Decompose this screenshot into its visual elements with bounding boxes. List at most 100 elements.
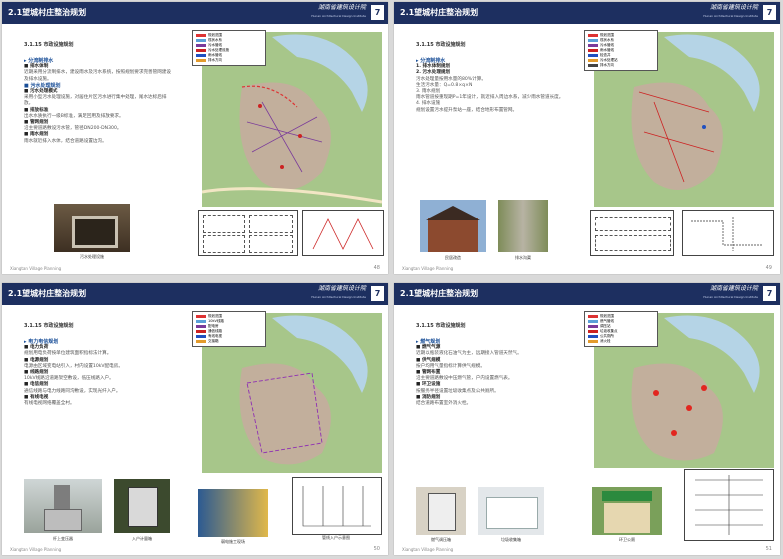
photo-caption: 污水处理设施 (80, 254, 104, 259)
legend-item: 排水方向 (588, 63, 654, 68)
legend-label: 有线电视 (208, 334, 222, 338)
legend-label: 排水方向 (208, 58, 222, 62)
legend-symbol (196, 329, 206, 333)
footer-page-number: 51 (765, 546, 772, 552)
map-legend: 规划范围 现状水系 污水管线 污水处理设施 雨水管线 排水方向 (192, 30, 266, 66)
footer-page-number: 48 (373, 265, 380, 271)
legend-symbol (588, 319, 598, 323)
footer-page-number: 49 (765, 265, 772, 271)
legend-label: 现状水系 (600, 38, 614, 42)
legend-label: 规划范围 (208, 314, 222, 318)
header-title: 2.1望城村庄整治规划 (8, 8, 87, 17)
header-title: 2.1望城村庄整治规划 (8, 289, 87, 298)
photo-caption: 弱电施工现场 (221, 539, 245, 544)
legend-symbol (588, 329, 598, 333)
section-title: 3.1.15 市政设施规划 (24, 323, 74, 329)
legend-symbol (196, 339, 206, 343)
legend-label: 垃圾收集点 (600, 329, 618, 333)
legend-label: 配电房 (208, 324, 219, 328)
legend-symbol (588, 324, 598, 328)
photo-caption: 垃圾收集箱 (501, 537, 521, 542)
page-2: 2.1望城村庄整治规划 湖南省建筑设计院 Hunan Architectural … (394, 2, 780, 274)
legend-item: 消火栓 (588, 339, 654, 344)
detail-diagram-2 (682, 210, 774, 256)
detail-diagram (684, 469, 774, 541)
map-legend: 规划范围 现状水系 污水管线 雨水管线 检查井 污水处理站 排水方向 (584, 30, 658, 71)
body-text: ▸ 燃气规划 ■ 燃气气源 近期以瓶装液化石油气为主，远期接入管道天然气。 ■ 供气规… (416, 339, 566, 407)
legend-label: 规划范围 (600, 33, 614, 37)
body-line: 结合道路布置室外消火栓。 (416, 401, 472, 407)
chapter-number: 7 (371, 286, 384, 301)
logo: 湖南省建筑设计院 Hunan Architectural Design Insti… (703, 285, 758, 299)
map-legend: 规划范围 10kV线路 配电房 通信线路 有线电视 交接箱 (192, 311, 266, 347)
body-line: 近期采用分流制排水，建设雨水及污水系统，按照规划要求完善管网建设及排水设施。 (24, 70, 172, 82)
page-4: 2.1望城村庄整治规划 湖南省建筑设计院 Hunan Architectural … (394, 283, 780, 555)
photo-caption: 环卫公厕 (619, 537, 635, 542)
waste-box-photo (478, 487, 544, 535)
legend-label: 消火栓 (600, 339, 611, 343)
footer-text: Xiangtan Village Planning (402, 547, 454, 552)
legend-label: 燃气管线 (600, 319, 614, 323)
legend-label: 规划范围 (208, 33, 222, 37)
legend-symbol (196, 53, 206, 57)
body-line: 规划设置污水提升泵站一座，结合地形布置管网。 (416, 107, 518, 113)
legend-symbol (588, 53, 598, 57)
detail-diagram (590, 210, 674, 256)
legend-item: 交接箱 (196, 339, 262, 344)
header-title: 2.1望城村庄整治规划 (400, 289, 479, 298)
legend-symbol (196, 319, 206, 323)
legend-label: 公共厕所 (600, 334, 614, 338)
section-title: 3.1.15 市政设施规划 (416, 323, 466, 329)
meter-box-photo (114, 479, 170, 533)
legend-symbol (588, 33, 598, 37)
legend-symbol (588, 38, 598, 42)
legend-symbol (588, 334, 598, 338)
photo-caption: 民居改造 (445, 255, 461, 260)
body-line: 有线电视网络覆盖全村。 (24, 401, 75, 407)
legend-symbol (196, 58, 206, 62)
photo-caption: 燃气调压箱 (431, 537, 451, 542)
legend-label: 污水处理站 (600, 58, 618, 62)
footer-page-number: 50 (373, 546, 380, 552)
page-header: 2.1望城村庄整治规划 湖南省建筑设计院 Hunan Architectural … (394, 283, 780, 305)
detail-diagram (292, 477, 382, 535)
footer-text: Xiangtan Village Planning (10, 266, 62, 271)
legend-symbol (196, 33, 206, 37)
transformer-photo (24, 479, 102, 533)
legend-symbol (588, 314, 598, 318)
footer-text: Xiangtan Village Planning (402, 266, 454, 271)
chapter-number: 7 (763, 5, 776, 20)
legend-label: 污水管线 (600, 43, 614, 47)
wiring-photo (198, 489, 268, 537)
legend-label: 排水方向 (600, 63, 614, 67)
legend-label: 雨水管线 (600, 48, 614, 52)
legend-label: 污水管线 (208, 43, 222, 47)
photo-caption: 杆上变压器 (53, 536, 73, 541)
legend-label: 现状水系 (208, 38, 222, 42)
photo-caption: 管线入户示意图 (322, 535, 350, 540)
legend-symbol (196, 43, 206, 47)
logo: 湖南省建筑设计院 Hunan Architectural Design Insti… (311, 4, 366, 18)
legend-symbol (588, 43, 598, 47)
toilet-photo (592, 487, 662, 535)
legend-label: 通信线路 (208, 329, 222, 333)
body-text: ▸ 分流制排水 ■ 排水体制 近期采用分流制排水，建设雨水及污水系统，按照规划要求完… (24, 58, 174, 145)
house-photo (420, 200, 486, 252)
footer-text: Xiangtan Village Planning (10, 547, 62, 552)
legend-label: 雨水管线 (208, 53, 222, 57)
body-line: 雨水就近排入水体，结合道路设置边沟。 (24, 138, 107, 144)
page-header: 2.1望城村庄整治规划 湖南省建筑设计院 Hunan Architectural … (2, 2, 388, 24)
legend-label: 污水处理设施 (208, 48, 229, 52)
body-text: ▸ 电力电信规划 ■ 电力负荷 规划用电负荷按单位建筑面积指标法计算。 ■ 电源规划电… (24, 339, 174, 407)
legend-label: 规划范围 (600, 314, 614, 318)
legend-label: 检查井 (600, 53, 611, 57)
photo-caption: 入户计量箱 (132, 536, 152, 541)
detail-diagram-2 (302, 210, 384, 256)
legend-label: 调压站 (600, 324, 611, 328)
map-legend: 规划范围 燃气管线 调压站 垃圾收集点 公共厕所 消火栓 (584, 311, 658, 347)
legend-label: 10kV线路 (208, 319, 224, 323)
header-title: 2.1望城村庄整治规划 (400, 8, 479, 17)
section-title: 3.1.15 市政设施规划 (24, 42, 74, 48)
body-text: ▸ 分流制排水 1. 排水体制规划 2. 污水处理规划 污水处理量按用水量的80%计算… (416, 58, 566, 114)
legend-item: 排水方向 (196, 58, 262, 63)
